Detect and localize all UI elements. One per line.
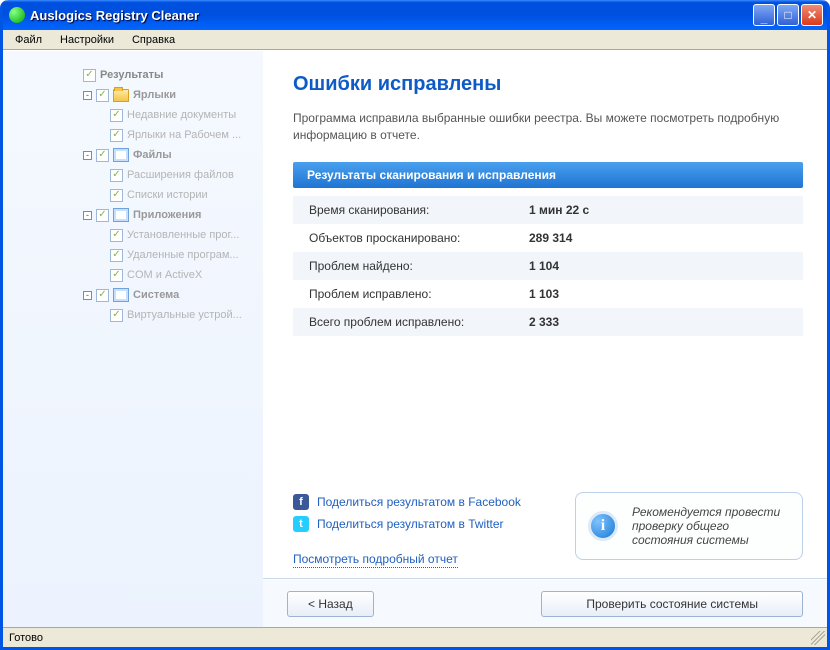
- statusbar: Готово: [3, 627, 827, 647]
- tree-leaf[interactable]: Ярлыки на Рабочем ...: [83, 125, 259, 145]
- result-row: Объектов просканировано:289 314: [293, 224, 803, 252]
- result-row: Проблем исправлено:1 103: [293, 280, 803, 308]
- checkbox-icon[interactable]: [110, 129, 123, 142]
- titlebar[interactable]: Auslogics Registry Cleaner _ □ ✕: [3, 0, 827, 30]
- tree-group-label: Файлы: [133, 145, 172, 165]
- close-button[interactable]: ✕: [801, 4, 823, 26]
- view-report-link[interactable]: Посмотреть подробный отчет: [293, 552, 458, 568]
- checkbox-icon[interactable]: [110, 109, 123, 122]
- button-bar: < Назад Проверить состояние системы: [263, 579, 827, 627]
- tree-group[interactable]: - Система: [83, 285, 259, 305]
- result-row: Всего проблем исправлено:2 333: [293, 308, 803, 336]
- share-twitter-link[interactable]: Поделиться результатом в Twitter: [317, 517, 504, 531]
- status-text: Готово: [9, 632, 43, 644]
- tree-group[interactable]: - Ярлыки: [83, 85, 259, 105]
- checkbox-icon[interactable]: [110, 229, 123, 242]
- checkbox-icon[interactable]: [96, 89, 109, 102]
- maximize-button[interactable]: □: [777, 4, 799, 26]
- results-section-header: Результаты сканирования и исправления: [293, 162, 803, 188]
- checkbox-icon[interactable]: [110, 309, 123, 322]
- checkbox-icon[interactable]: [110, 189, 123, 202]
- app-window: Auslogics Registry Cleaner _ □ ✕ Файл На…: [0, 0, 830, 650]
- check-system-button[interactable]: Проверить состояние системы: [541, 591, 803, 617]
- menu-settings[interactable]: Настройки: [54, 33, 120, 47]
- module-icon: [113, 148, 129, 162]
- info-icon: i: [588, 511, 618, 541]
- back-button[interactable]: < Назад: [287, 591, 374, 617]
- checkbox-icon[interactable]: [96, 149, 109, 162]
- checkbox-icon[interactable]: [96, 289, 109, 302]
- tree-leaf[interactable]: Удаленные програм...: [83, 245, 259, 265]
- checkbox-icon[interactable]: [110, 249, 123, 262]
- page-heading: Ошибки исправлены: [293, 73, 803, 96]
- recommendation-text: Рекомендуется провести проверку общего с…: [632, 505, 780, 547]
- tree-leaf[interactable]: Списки истории: [83, 185, 259, 205]
- left-gutter: [3, 51, 83, 627]
- checkbox-icon[interactable]: [110, 169, 123, 182]
- result-row: Проблем найдено:1 104: [293, 252, 803, 280]
- checkbox-icon[interactable]: [110, 269, 123, 282]
- window-title: Auslogics Registry Cleaner: [30, 8, 753, 23]
- share-facebook-link[interactable]: Поделиться результатом в Facebook: [317, 495, 521, 509]
- app-icon: [9, 7, 25, 23]
- tree-group[interactable]: - Файлы: [83, 145, 259, 165]
- tree-leaf[interactable]: Установленные прог...: [83, 225, 259, 245]
- content-pane: Ошибки исправлены Программа исправила вы…: [263, 51, 827, 579]
- collapse-icon[interactable]: -: [83, 211, 92, 220]
- checkbox-icon[interactable]: [96, 209, 109, 222]
- tree-leaf[interactable]: Виртуальные устрой...: [83, 305, 259, 325]
- tree-group-label: Ярлыки: [133, 85, 176, 105]
- body-area: Результаты - Ярлыки Недавние документы Я…: [3, 50, 827, 627]
- facebook-icon: f: [293, 494, 309, 510]
- recommendation-callout: i Рекомендуется провести проверку общего…: [575, 492, 803, 560]
- category-tree: Результаты - Ярлыки Недавние документы Я…: [83, 51, 263, 627]
- minimize-button[interactable]: _: [753, 4, 775, 26]
- collapse-icon[interactable]: -: [83, 91, 92, 100]
- menu-help[interactable]: Справка: [126, 33, 181, 47]
- collapse-icon[interactable]: -: [83, 291, 92, 300]
- module-icon: [113, 288, 129, 302]
- checkbox-icon[interactable]: [83, 69, 96, 82]
- tree-leaf[interactable]: Расширения файлов: [83, 165, 259, 185]
- tree-group-label: Приложения: [133, 205, 201, 225]
- tree-leaf[interactable]: COM и ActiveX: [83, 265, 259, 285]
- tree-group-label: Система: [133, 285, 179, 305]
- page-description: Программа исправила выбранные ошибки рее…: [293, 110, 803, 144]
- folder-icon: [113, 89, 129, 102]
- result-row: Время сканирования:1 мин 22 с: [293, 196, 803, 224]
- results-table: Время сканирования:1 мин 22 с Объектов п…: [293, 196, 803, 336]
- twitter-icon: t: [293, 516, 309, 532]
- resize-grip-icon[interactable]: [811, 631, 825, 645]
- menu-file[interactable]: Файл: [9, 33, 48, 47]
- module-icon: [113, 208, 129, 222]
- tree-root[interactable]: Результаты: [83, 65, 259, 85]
- menubar: Файл Настройки Справка: [3, 30, 827, 50]
- collapse-icon[interactable]: -: [83, 151, 92, 160]
- tree-group[interactable]: - Приложения: [83, 205, 259, 225]
- tree-leaf[interactable]: Недавние документы: [83, 105, 259, 125]
- tree-root-label: Результаты: [100, 65, 163, 85]
